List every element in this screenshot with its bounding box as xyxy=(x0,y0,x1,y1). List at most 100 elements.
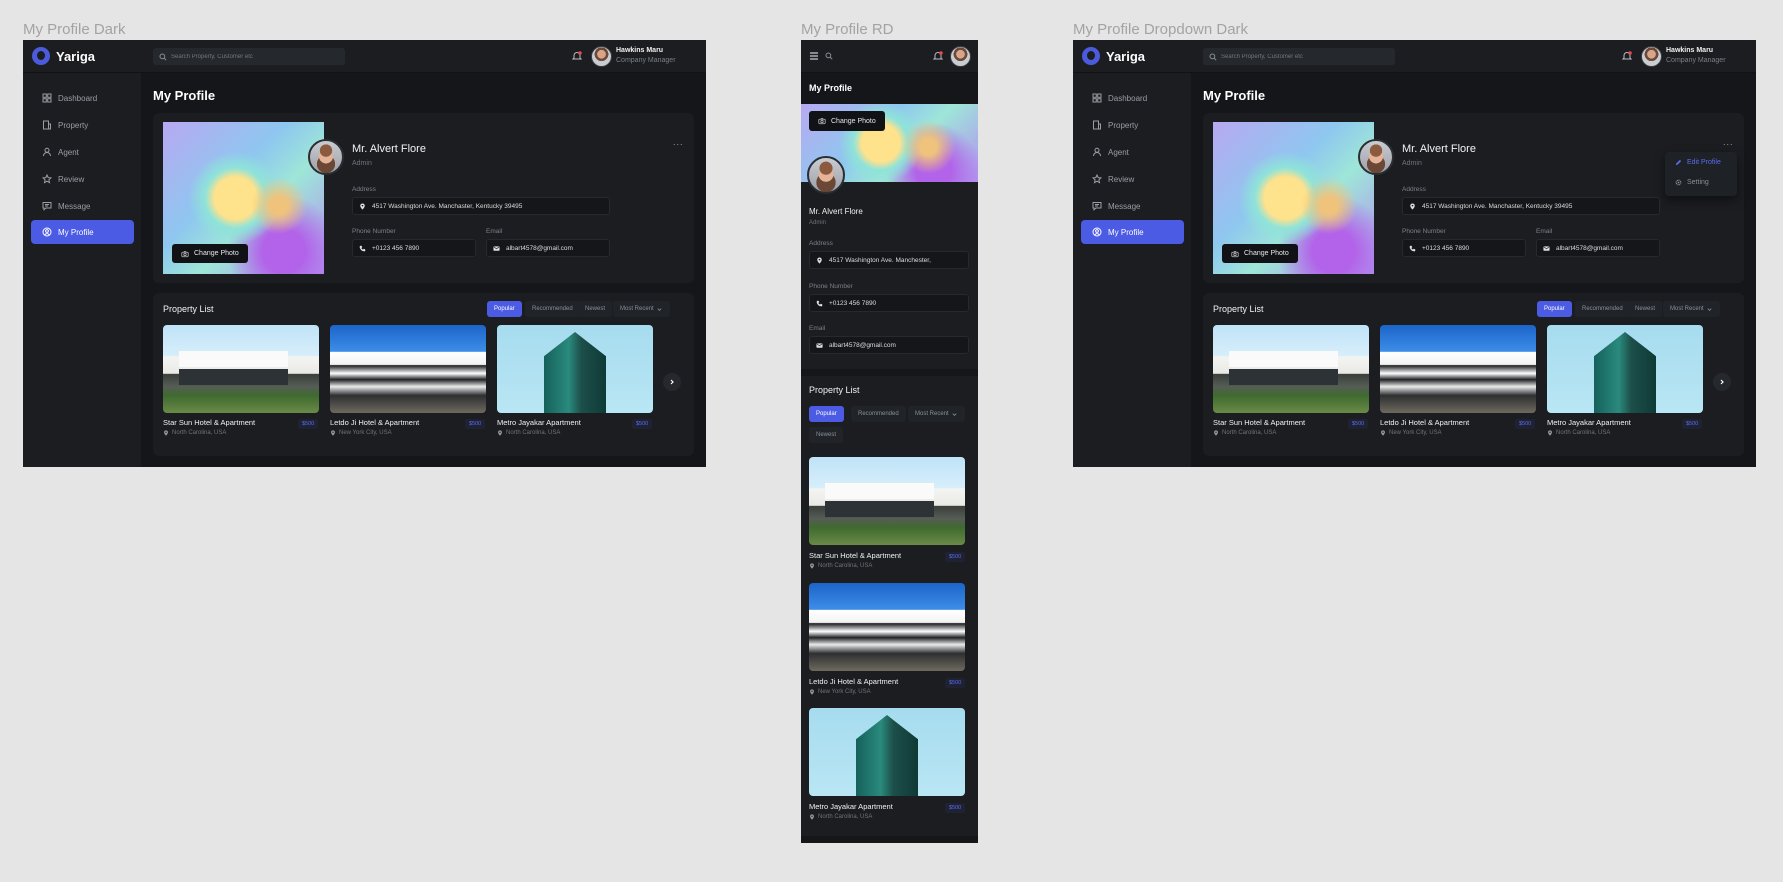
chevron-down-icon xyxy=(1706,306,1713,313)
property-price: $500 xyxy=(945,803,966,813)
property-price: $500 xyxy=(945,552,966,562)
more-options-button[interactable]: ... xyxy=(1723,137,1734,147)
email-label: Email xyxy=(809,325,826,332)
search-bar[interactable] xyxy=(1203,48,1395,65)
property-name[interactable]: Star Sun Hotel & Apartment xyxy=(1213,418,1305,427)
property-image[interactable] xyxy=(809,457,965,545)
filter-popular[interactable]: Popular xyxy=(1537,301,1572,317)
filter-most-recent-dropdown[interactable]: Most Recent xyxy=(908,406,965,422)
notification-bell-icon[interactable] xyxy=(932,50,944,62)
frame-my-profile-dropdown-dark: Yariga Hawkins Maru Company Manager Dash… xyxy=(1073,40,1756,467)
property-image[interactable] xyxy=(1213,325,1369,413)
sidebar-item-my-profile[interactable]: My Profile xyxy=(1081,220,1184,244)
profile-role: Admin xyxy=(352,160,372,167)
chevron-down-icon xyxy=(951,411,958,418)
notification-bell-icon[interactable] xyxy=(571,50,583,62)
phone-icon xyxy=(1409,245,1416,252)
phone-label: Phone Number xyxy=(1402,228,1446,235)
search-icon[interactable] xyxy=(825,52,833,60)
property-image[interactable] xyxy=(1380,325,1536,413)
change-photo-button[interactable]: Change Photo xyxy=(809,111,885,131)
setting-menu-item[interactable]: Setting xyxy=(1675,179,1709,186)
change-photo-label: Change Photo xyxy=(194,250,239,257)
menu-icon[interactable] xyxy=(809,51,819,61)
property-location: North Carolina, USA xyxy=(1547,430,1610,436)
location-icon xyxy=(809,814,815,820)
notification-bell-icon[interactable] xyxy=(1621,50,1633,62)
sidebar-item-property[interactable]: Property xyxy=(1081,113,1184,137)
sidebar-item-message[interactable]: Message xyxy=(1081,194,1184,218)
location-icon xyxy=(1380,430,1386,436)
camera-icon xyxy=(181,250,189,258)
change-photo-button[interactable]: Change Photo xyxy=(172,244,248,263)
sidebar-item-agent[interactable]: Agent xyxy=(1081,140,1184,164)
property-name[interactable]: Metro Jayakar Apartment xyxy=(809,802,893,811)
filter-most-recent-dropdown[interactable]: Most Recent xyxy=(1663,301,1720,317)
dropdown-label: Most Recent xyxy=(620,306,654,312)
search-input[interactable] xyxy=(1221,53,1381,60)
phone-field: +0123 456 7890 xyxy=(352,239,476,257)
search-bar[interactable] xyxy=(153,48,345,65)
change-photo-label: Change Photo xyxy=(831,117,876,125)
next-arrow-button[interactable] xyxy=(1713,373,1731,391)
filter-newest[interactable]: Newest xyxy=(809,427,844,443)
user-avatar[interactable] xyxy=(1641,46,1662,67)
property-image[interactable] xyxy=(809,708,965,796)
sidebar-item-my-profile[interactable]: My Profile xyxy=(31,220,134,244)
property-name[interactable]: Star Sun Hotel & Apartment xyxy=(809,551,901,560)
property-image[interactable] xyxy=(497,325,653,413)
filter-most-recent-dropdown[interactable]: Most Recent xyxy=(613,301,670,317)
filter-recommended[interactable]: Recommended xyxy=(851,406,906,422)
user-name: Hawkins Maru xyxy=(1666,47,1714,54)
change-photo-button[interactable]: Change Photo xyxy=(1222,244,1298,263)
search-input[interactable] xyxy=(171,53,331,60)
property-price: $500 xyxy=(1682,419,1703,429)
location-icon xyxy=(1213,430,1219,436)
user-avatar[interactable] xyxy=(591,46,612,67)
property-price: $500 xyxy=(465,419,486,429)
next-arrow-button[interactable] xyxy=(663,373,681,391)
property-name[interactable]: Star Sun Hotel & Apartment xyxy=(163,418,255,427)
user-avatar[interactable] xyxy=(950,46,971,67)
property-image[interactable] xyxy=(1547,325,1703,413)
profile-avatar xyxy=(807,156,845,194)
property-image[interactable] xyxy=(330,325,486,413)
property-price: $500 xyxy=(632,419,653,429)
property-name[interactable]: Letdo Ji Hotel & Apartment xyxy=(330,418,419,427)
phone-icon xyxy=(359,245,366,252)
edit-profile-label: Edit Profile xyxy=(1687,159,1721,166)
sidebar-item-review[interactable]: Review xyxy=(31,167,134,191)
property-list-card: Property List Popular Recommended Most R… xyxy=(801,376,978,836)
more-options-button[interactable]: ... xyxy=(673,137,684,147)
user-role: Company Manager xyxy=(1666,57,1726,64)
property-name[interactable]: Metro Jayakar Apartment xyxy=(497,418,581,427)
filter-newest[interactable]: Newest xyxy=(1628,301,1663,317)
property-name[interactable]: Letdo Ji Hotel & Apartment xyxy=(809,677,898,686)
sidebar-item-agent[interactable]: Agent xyxy=(31,140,134,164)
filter-newest[interactable]: Newest xyxy=(578,301,613,317)
sidebar-item-dashboard[interactable]: Dashboard xyxy=(1081,86,1184,110)
camera-icon xyxy=(1231,250,1239,258)
sidebar-item-property[interactable]: Property xyxy=(31,113,134,137)
mail-icon xyxy=(493,245,500,252)
property-name[interactable]: Metro Jayakar Apartment xyxy=(1547,418,1631,427)
app-logo[interactable]: Yariga xyxy=(32,47,95,65)
property-price: $500 xyxy=(945,678,966,688)
filter-popular[interactable]: Popular xyxy=(809,406,844,422)
address-label: Address xyxy=(352,186,376,193)
property-image[interactable] xyxy=(163,325,319,413)
edit-profile-menu-item[interactable]: Edit Profile xyxy=(1675,159,1721,166)
filter-recommended[interactable]: Recommended xyxy=(1575,301,1630,317)
sidebar-item-review[interactable]: Review xyxy=(1081,167,1184,191)
location-icon xyxy=(1547,430,1553,436)
property-image[interactable] xyxy=(809,583,965,671)
frame-title-dropdown: My Profile Dropdown Dark xyxy=(1073,21,1249,38)
chevron-right-icon xyxy=(668,378,676,386)
filter-popular[interactable]: Popular xyxy=(487,301,522,317)
sidebar-item-dashboard[interactable]: Dashboard xyxy=(31,86,134,110)
property-name[interactable]: Letdo Ji Hotel & Apartment xyxy=(1380,418,1469,427)
app-logo[interactable]: Yariga xyxy=(1082,47,1145,65)
sidebar-item-message[interactable]: Message xyxy=(31,194,134,218)
top-bar: Yariga Hawkins Maru Company Manager xyxy=(1073,40,1756,73)
filter-recommended[interactable]: Recommended xyxy=(525,301,580,317)
